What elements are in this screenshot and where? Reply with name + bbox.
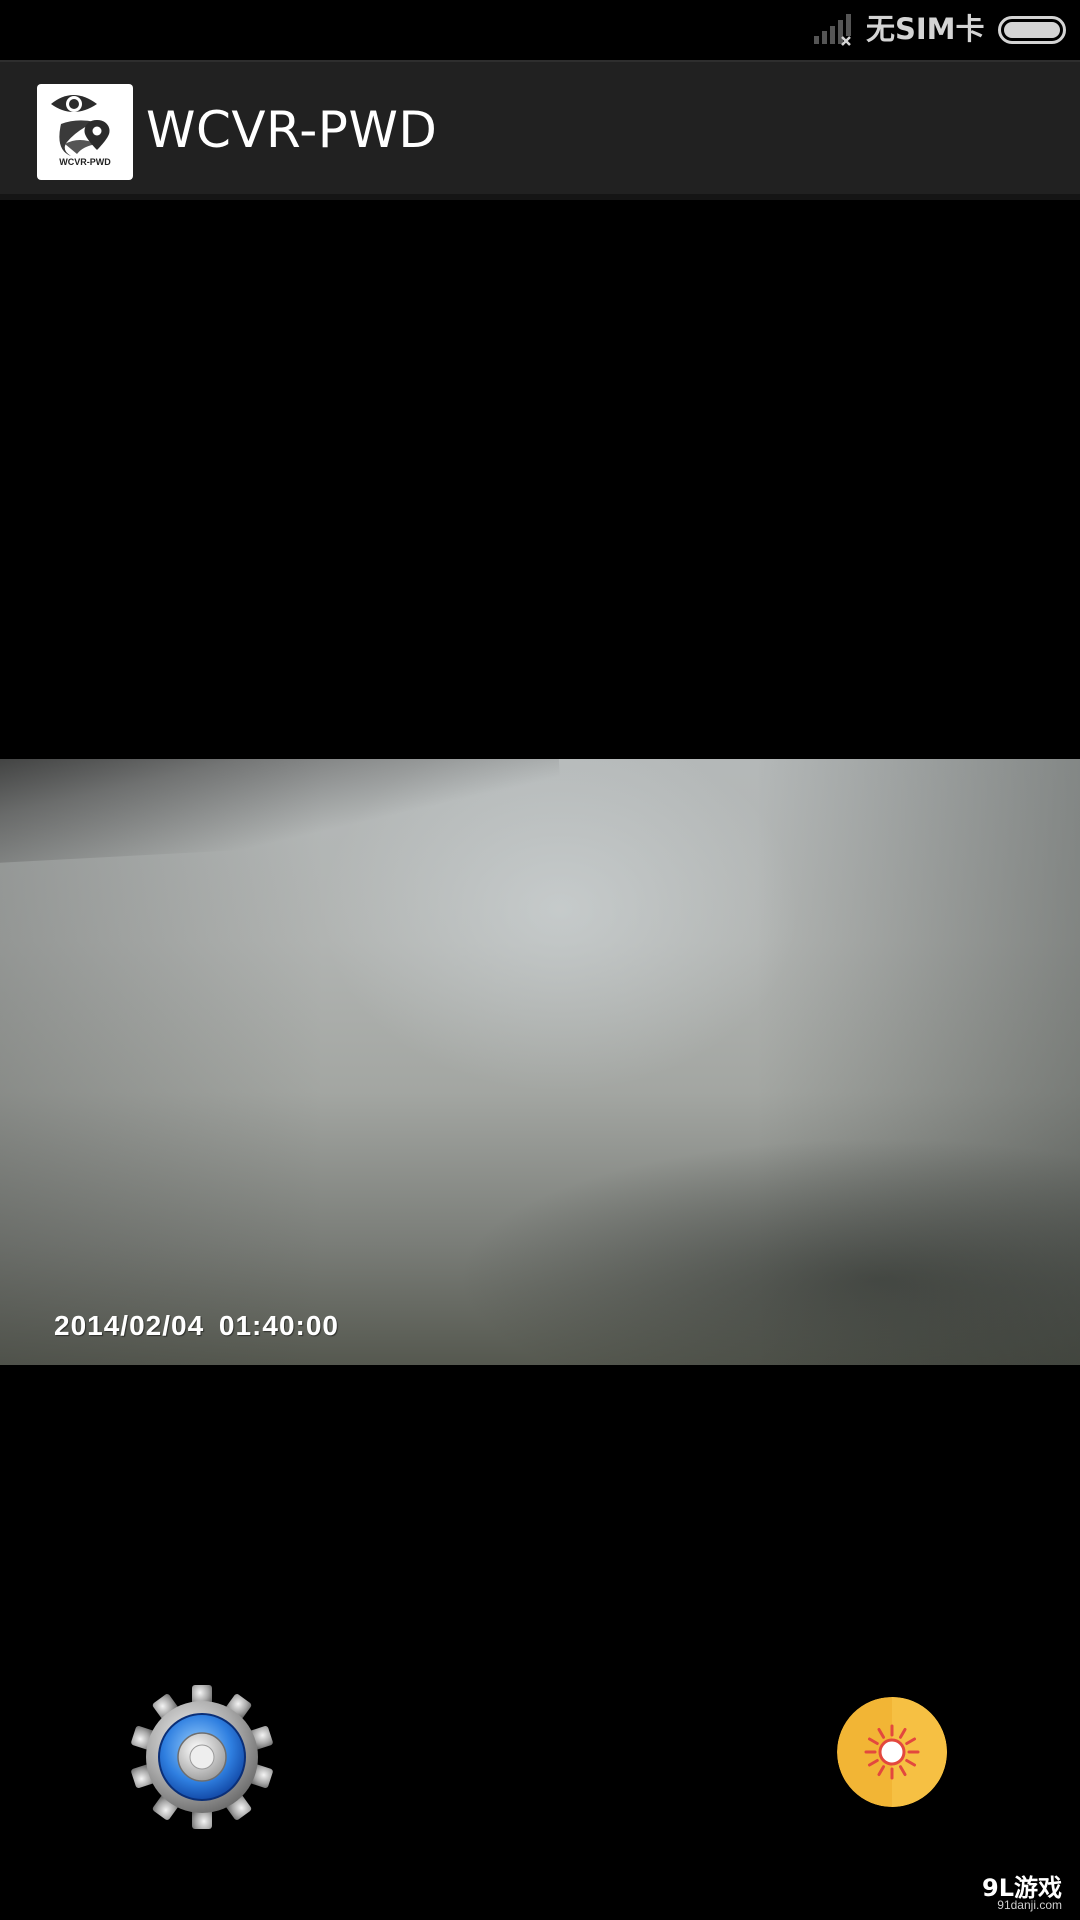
no-signal-icon — [814, 14, 851, 46]
settings-button[interactable] — [128, 1683, 276, 1831]
app-screen: 无SIM卡 WCVR-PWD WCVR-PWD 2014/02/04 01:40… — [0, 0, 1080, 1920]
status-bar: 无SIM卡 — [0, 0, 1080, 60]
watermark-url: 91danji.com — [997, 1898, 1062, 1912]
battery-full-icon — [998, 16, 1066, 44]
action-bar: WCVR-PWD WCVR-PWD — [0, 60, 1080, 200]
capture-button[interactable] — [837, 1697, 947, 1807]
gear-icon — [131, 1685, 273, 1829]
camera-preview[interactable]: 2014/02/04 01:40:00 — [0, 759, 1080, 1365]
recording-timestamp: 2014/02/04 01:40:00 — [54, 1310, 339, 1341]
sun-icon — [837, 1697, 947, 1807]
logo-text: WCVR-PWD — [59, 157, 111, 167]
preview-vignette — [0, 759, 1080, 1365]
app-logo: WCVR-PWD — [37, 84, 133, 180]
app-title: WCVR-PWD — [146, 101, 438, 159]
carrier-status: 无SIM卡 — [866, 12, 985, 46]
watermark: 9L游戏 91danji.com — [972, 1868, 1080, 1920]
